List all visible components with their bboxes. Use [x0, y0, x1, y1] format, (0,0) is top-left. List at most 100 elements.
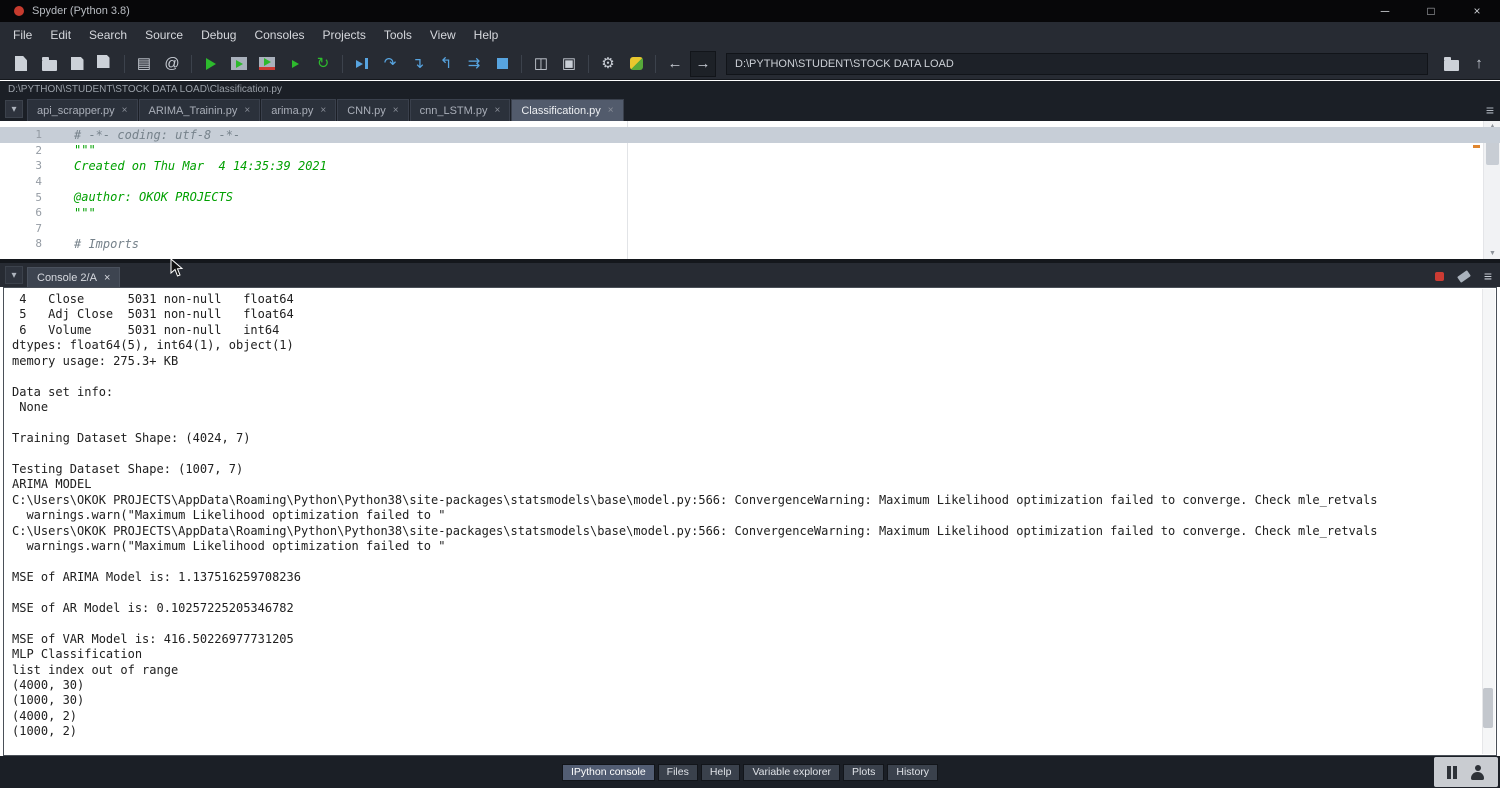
back-button[interactable]: ←: [662, 51, 688, 77]
line-number: 2: [0, 144, 56, 157]
run-selection-button[interactable]: [282, 51, 308, 77]
stop-debug-button[interactable]: [489, 51, 515, 77]
console-tab[interactable]: Console 2/A ×: [27, 267, 120, 287]
step-return-button[interactable]: ↰: [433, 51, 459, 77]
parent-directory-button[interactable]: ↑: [1466, 51, 1492, 77]
console-line: list index out of range: [12, 663, 1496, 678]
user-icon[interactable]: [1470, 765, 1485, 780]
menu-debug[interactable]: Debug: [192, 24, 245, 46]
editor-line: 6 """: [0, 205, 1500, 221]
symbol-finder-button[interactable]: @: [159, 51, 185, 77]
pane-tab-plots[interactable]: Plots: [843, 764, 884, 781]
tab-classification[interactable]: Classification.py ×: [511, 99, 623, 121]
console-line: C:\Users\OKOK PROJECTS\AppData\Roaming\P…: [12, 493, 1496, 508]
menu-file[interactable]: File: [4, 24, 41, 46]
save-button[interactable]: [64, 51, 90, 77]
new-file-button[interactable]: [8, 51, 34, 77]
step-into-button[interactable]: ↴: [405, 51, 431, 77]
debug-file-button[interactable]: [349, 51, 375, 77]
pause-icon[interactable]: [1447, 766, 1457, 779]
menu-source[interactable]: Source: [136, 24, 192, 46]
rerun-cell-button[interactable]: ↻: [310, 51, 336, 77]
line-number: 6: [0, 206, 56, 219]
open-file-button[interactable]: [36, 51, 62, 77]
run-cell-button[interactable]: [226, 51, 252, 77]
python-path-button[interactable]: [623, 51, 649, 77]
maximize-pane-button[interactable]: ◫: [528, 51, 554, 77]
browse-directory-button[interactable]: [1438, 51, 1464, 77]
fullscreen-button[interactable]: ▣: [556, 51, 582, 77]
close-icon[interactable]: ×: [494, 105, 500, 116]
forward-button[interactable]: →: [690, 51, 716, 77]
run-file-button[interactable]: [198, 51, 224, 77]
tab-label: arima.py: [271, 105, 313, 117]
close-icon[interactable]: ×: [244, 105, 250, 116]
browse-tabs-button[interactable]: ▾: [5, 100, 23, 118]
pane-tab-ipython-console[interactable]: IPython console: [562, 764, 655, 781]
pane-tab-history[interactable]: History: [887, 764, 938, 781]
tab-arima-trainin[interactable]: ARIMA_Trainin.py ×: [139, 99, 261, 121]
pane-tab-files[interactable]: Files: [658, 764, 698, 781]
console-tab-bar: ▾ Console 2/A × ≡: [0, 263, 1500, 287]
menu-help[interactable]: Help: [465, 24, 508, 46]
close-icon[interactable]: ×: [122, 105, 128, 116]
tab-cnn[interactable]: CNN.py ×: [337, 99, 408, 121]
file-switcher-button[interactable]: ▤: [131, 51, 157, 77]
spyder-logo-icon: [14, 6, 24, 16]
tab-arima[interactable]: arima.py ×: [261, 99, 336, 121]
minimize-button[interactable]: ─: [1362, 0, 1408, 22]
close-icon[interactable]: ×: [320, 105, 326, 116]
restore-button[interactable]: □: [1408, 0, 1454, 22]
tab-label: cnn_LSTM.py: [420, 105, 488, 117]
console-line: 5 Adj Close 5031 non-null float64: [12, 307, 1496, 322]
console-line: (4000, 2): [12, 709, 1496, 724]
preferences-button[interactable]: ⚙: [595, 51, 621, 77]
console-line: [12, 369, 1496, 384]
console-scrollbar[interactable]: [1482, 289, 1495, 754]
console-line: 6 Volume 5031 non-null int64: [12, 323, 1496, 338]
continue-button[interactable]: ⇉: [461, 51, 487, 77]
code-editor[interactable]: 1 # -*- coding: utf-8 -*- 2 """ 3 Create…: [0, 121, 1500, 259]
menu-search[interactable]: Search: [80, 24, 136, 46]
run-cell-advance-icon: [259, 57, 275, 70]
console-line: Testing Dataset Shape: (1007, 7): [12, 462, 1496, 477]
menu-tools[interactable]: Tools: [375, 24, 421, 46]
python-path-icon: [630, 57, 643, 70]
close-icon[interactable]: ×: [104, 272, 110, 284]
editor-options-button[interactable]: ≡: [1486, 102, 1494, 118]
toolbar-separator: [655, 55, 656, 73]
tab-api-scrapper[interactable]: api_scrapper.py ×: [27, 99, 138, 121]
working-directory-field[interactable]: D:\PYTHON\STUDENT\STOCK DATA LOAD: [726, 53, 1428, 75]
close-button[interactable]: ×: [1454, 0, 1500, 22]
browse-directory-icon: [1444, 60, 1459, 71]
console-scrollbar-thumb[interactable]: [1483, 688, 1493, 728]
editor-line: 5 @author: OKOK PROJECTS: [0, 189, 1500, 205]
console-line: MLP Classification: [12, 647, 1496, 662]
editor-line: 7: [0, 221, 1500, 237]
menu-consoles[interactable]: Consoles: [245, 24, 313, 46]
console-line: memory usage: 275.3+ KB: [12, 354, 1496, 369]
interrupt-kernel-icon[interactable]: [1435, 272, 1444, 281]
browse-console-tabs-button[interactable]: ▾: [5, 266, 23, 284]
menu-view[interactable]: View: [421, 24, 465, 46]
close-icon[interactable]: ×: [393, 105, 399, 116]
menu-projects[interactable]: Projects: [314, 24, 375, 46]
close-icon[interactable]: ×: [608, 105, 614, 116]
menu-bar: File Edit Search Source Debug Consoles P…: [0, 22, 1500, 48]
save-all-button[interactable]: [92, 51, 118, 77]
step-over-button[interactable]: ↷: [377, 51, 403, 77]
line-number: 1: [0, 128, 56, 141]
pane-tab-variable-explorer[interactable]: Variable explorer: [743, 764, 840, 781]
console-line: MSE of VAR Model is: 416.50226977731205: [12, 632, 1496, 647]
ipython-console-output[interactable]: 4 Close 5031 non-null float64 5 Adj Clos…: [3, 287, 1497, 756]
console-line: [12, 446, 1496, 461]
clear-console-icon[interactable]: [1457, 270, 1471, 283]
run-cell-advance-button[interactable]: [254, 51, 280, 77]
console-options-button[interactable]: ≡: [1484, 269, 1492, 283]
tab-label: Classification.py: [521, 105, 600, 117]
pane-tab-help[interactable]: Help: [701, 764, 741, 781]
file-switcher-icon: ▤: [137, 56, 151, 71]
tab-cnn-lstm[interactable]: cnn_LSTM.py ×: [410, 99, 511, 121]
code-text: @author: OKOK PROJECTS: [56, 190, 233, 204]
menu-edit[interactable]: Edit: [41, 24, 80, 46]
